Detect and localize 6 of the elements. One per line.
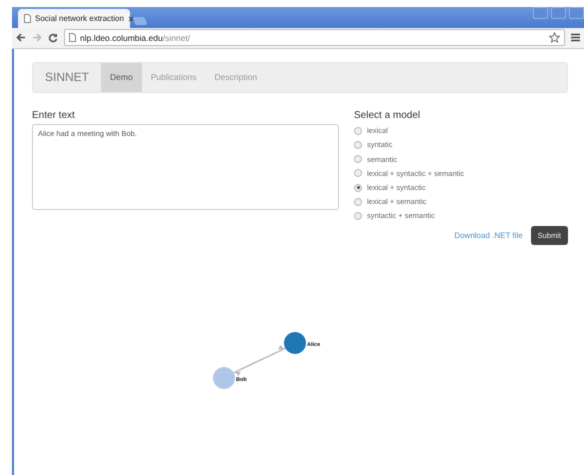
section-heading: Enter text	[32, 110, 76, 121]
section-heading: Select a model	[354, 110, 422, 121]
download-link[interactable]: Download .NET file	[454, 231, 523, 240]
nav-tab[interactable]: Demo	[101, 62, 142, 92]
address-bar[interactable]: nlp.ldeo.columbia.edu/sinnet/	[64, 29, 565, 46]
brand[interactable]: SINNET	[33, 62, 102, 92]
